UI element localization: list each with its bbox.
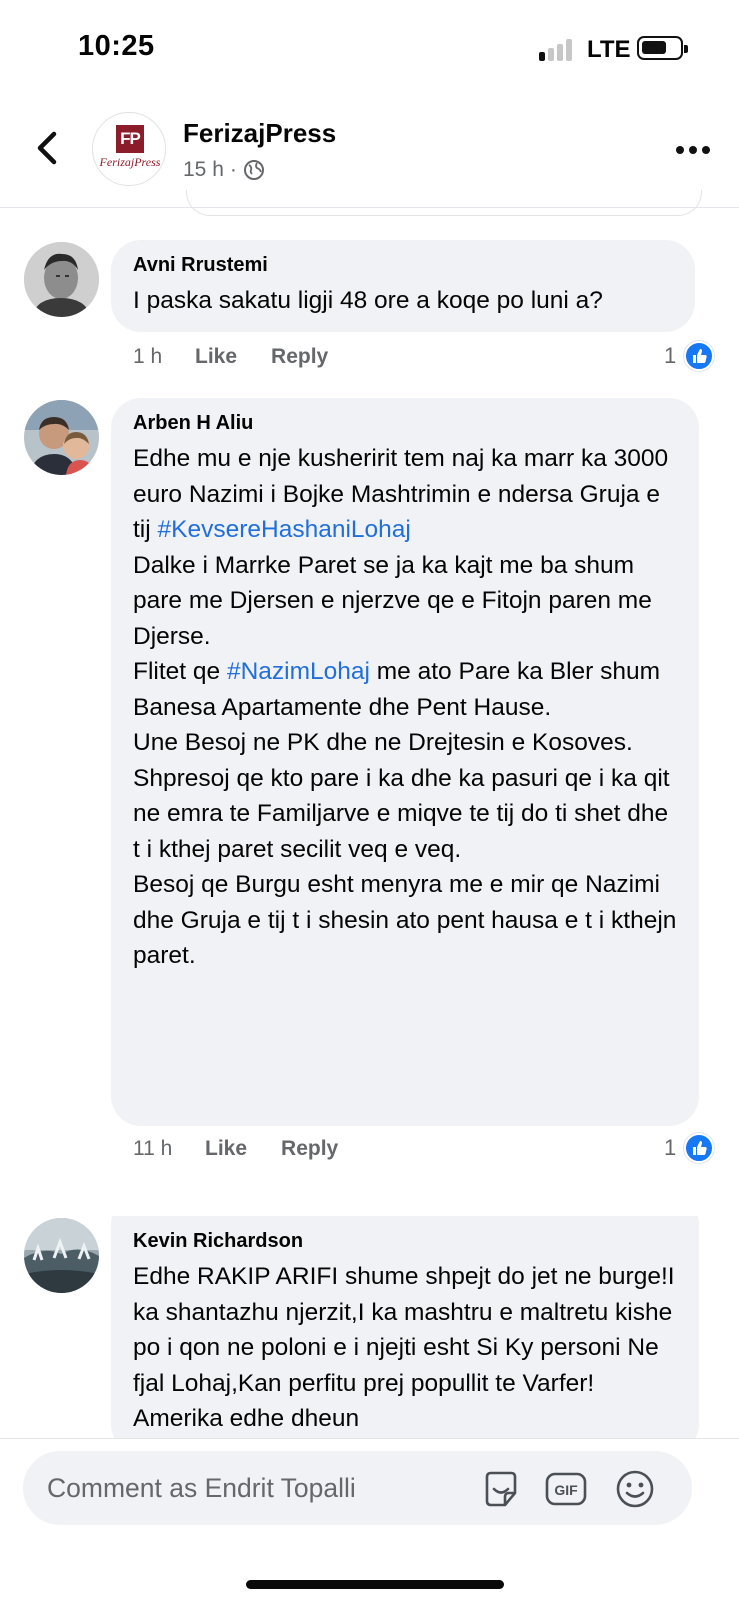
more-options-icon[interactable] — [676, 146, 710, 156]
globe-icon — [243, 160, 264, 180]
comment-text: I paska sakatu ligji 48 ore a koqe po lu… — [133, 287, 603, 314]
comment-actions: 1 h Like Reply — [133, 345, 362, 369]
sticker-icon[interactable] — [479, 1467, 523, 1511]
comment-time: 11 h — [133, 1137, 173, 1160]
comment-field[interactable]: GIF — [23, 1451, 692, 1525]
comment-composer: GIF — [0, 1438, 739, 1600]
status-time: 10:25 — [78, 30, 155, 62]
comment-actions: 11 h Like Reply — [133, 1137, 372, 1161]
reaction-count: 1 — [664, 1135, 677, 1160]
comment-author[interactable]: Avni Rrustemi — [133, 254, 673, 277]
meta-separator: · — [229, 158, 237, 181]
battery-icon — [637, 36, 688, 60]
comment-bubble[interactable]: Kevin Richardson Edhe RAKIP ARIFI shume … — [111, 1216, 699, 1438]
comment-text-segment: me ato Pare ka Bler shum Banesa Apartame… — [133, 658, 677, 969]
hashtag-link[interactable]: #KevsereHashaniLohaj — [158, 516, 411, 543]
reaction-summary[interactable]: 1 — [664, 341, 715, 371]
reaction-summary[interactable]: 1 — [664, 1133, 715, 1163]
comment-author[interactable]: Kevin Richardson — [133, 1230, 677, 1253]
page-avatar[interactable]: FP FerizajPress — [92, 112, 166, 186]
reply-button[interactable]: Reply — [271, 345, 328, 369]
avatar[interactable] — [24, 242, 99, 317]
comment-text: Edhe RAKIP ARIFI shume shpejt do jet ne … — [133, 1263, 682, 1432]
logo-text: FerizajPress — [99, 155, 161, 169]
avatar[interactable] — [24, 400, 99, 475]
thumbs-up-icon — [684, 341, 715, 371]
post-meta: 15 h · — [183, 158, 265, 182]
reply-button[interactable]: Reply — [281, 1137, 338, 1161]
page-name[interactable]: FerizajPress — [183, 118, 336, 149]
profile-photo — [24, 1218, 99, 1293]
header-divider — [0, 207, 739, 208]
comment: Kevin Richardson Edhe RAKIP ARIFI shume … — [0, 1216, 739, 1438]
thumbs-up-icon — [684, 1133, 715, 1163]
network-type: LTE — [587, 36, 631, 63]
back-arrow-icon[interactable] — [30, 128, 64, 168]
avatar[interactable] — [24, 1218, 99, 1293]
comment-input[interactable] — [47, 1451, 467, 1525]
comment-text: Edhe mu e nje kusheririt tem naj ka marr… — [133, 441, 677, 974]
emoji-icon[interactable] — [613, 1467, 657, 1511]
profile-photo — [24, 400, 99, 475]
status-bar: 10:25 LTE — [0, 0, 739, 100]
signal-strength-icon — [539, 39, 575, 61]
logo-mark: FP — [116, 125, 144, 153]
previous-comment-edge — [186, 190, 702, 216]
like-button[interactable]: Like — [195, 345, 237, 369]
reaction-count: 1 — [664, 343, 677, 368]
home-indicator[interactable] — [246, 1580, 504, 1589]
gif-label: GIF — [554, 1482, 578, 1498]
hashtag-link[interactable]: #NazimLohaj — [227, 658, 370, 685]
comment-bubble[interactable]: Avni Rrustemi I paska sakatu ligji 48 or… — [111, 240, 695, 332]
comment-author[interactable]: Arben H Aliu — [133, 412, 677, 435]
comment-time: 1 h — [133, 345, 163, 368]
gif-icon[interactable]: GIF — [544, 1467, 588, 1511]
comment-bubble[interactable]: Arben H Aliu Edhe mu e nje kusheririt te… — [111, 398, 699, 1126]
like-button[interactable]: Like — [205, 1137, 247, 1161]
profile-photo — [24, 242, 99, 317]
post-time: 15 h — [183, 158, 224, 181]
